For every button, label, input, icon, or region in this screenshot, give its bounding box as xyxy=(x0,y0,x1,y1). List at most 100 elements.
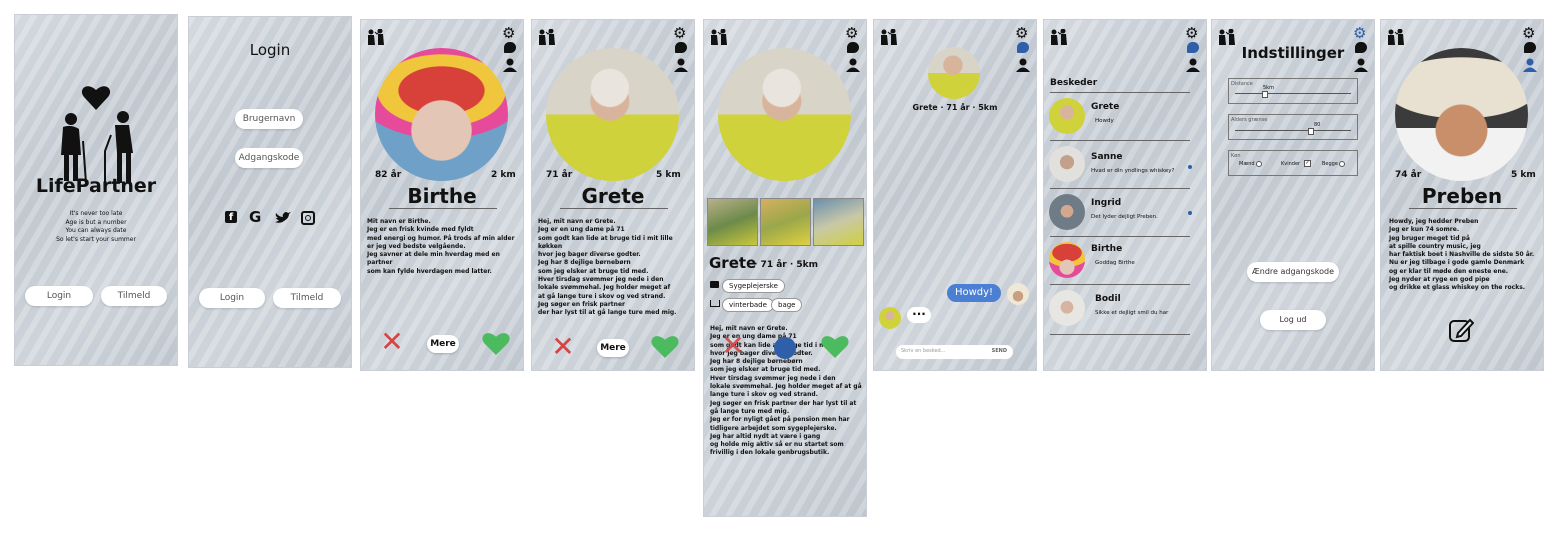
contact-name: Ingrid xyxy=(1091,198,1122,208)
chat-bubble-icon[interactable] xyxy=(1017,42,1029,53)
dislike-button[interactable]: ✕ xyxy=(548,333,578,361)
person-icon[interactable] xyxy=(503,58,517,72)
profile-header-name: Grete xyxy=(709,254,757,272)
age-label: Alders grænse xyxy=(1231,117,1268,123)
avatar xyxy=(1049,242,1085,278)
chat-bubble-icon[interactable] xyxy=(504,42,516,53)
divider xyxy=(1050,140,1190,141)
message-input[interactable]: Skriv en besked... SEND xyxy=(896,345,1013,359)
chat-bubble-icon[interactable] xyxy=(1524,42,1536,53)
avatar xyxy=(1049,290,1085,326)
women-checkbox[interactable]: ✓ xyxy=(1304,160,1311,167)
distance-setting: Distance 5km xyxy=(1228,78,1358,104)
men-radio[interactable] xyxy=(1256,161,1262,167)
profile-photo xyxy=(546,48,679,181)
briefcase-icon xyxy=(710,281,719,288)
my-avatar xyxy=(1007,283,1029,305)
person-icon[interactable] xyxy=(1186,58,1200,72)
elderly-couple-icon[interactable] xyxy=(538,29,556,46)
gear-icon[interactable]: ⚙ xyxy=(1353,24,1366,42)
login-button[interactable]: Login xyxy=(199,288,265,308)
unread-dot xyxy=(1188,211,1192,215)
profile-bio: Hej, mit navn er Grete. Jeg er en ung da… xyxy=(538,218,677,317)
chat-screen: ⚙ Grete · 71 år · 5km Howdy! ··· Skriv e… xyxy=(873,19,1037,371)
logout-button[interactable]: Log ud xyxy=(1260,310,1326,330)
login-button[interactable]: Login xyxy=(25,286,93,306)
more-button[interactable] xyxy=(774,337,796,359)
like-heart-icon[interactable] xyxy=(650,333,680,359)
age-slider-thumb[interactable] xyxy=(1308,128,1315,135)
distance-slider-track xyxy=(1235,93,1351,94)
gear-icon[interactable]: ⚙ xyxy=(673,24,686,42)
change-password-button[interactable]: Ændre adgangskode xyxy=(1247,262,1339,282)
person-icon[interactable] xyxy=(1523,58,1537,72)
page-title: Login xyxy=(249,41,291,59)
conversation-row[interactable]: Grete Howdy xyxy=(1044,96,1206,140)
distance-slider-thumb[interactable] xyxy=(1262,91,1268,98)
dislike-button[interactable]: ✕ xyxy=(377,328,407,356)
person-icon[interactable] xyxy=(674,58,688,72)
elderly-couple-icon[interactable] xyxy=(367,29,385,46)
profile-photo xyxy=(1395,48,1528,181)
age-slider-track xyxy=(1235,130,1351,131)
signup-button[interactable]: Tilmeld xyxy=(273,288,341,308)
distance-label: 5 km xyxy=(1511,170,1536,180)
send-button[interactable]: SEND xyxy=(992,348,1007,354)
google-icon[interactable]: G xyxy=(249,208,261,226)
profile-header-meta: · 71 år · 5km xyxy=(754,260,819,270)
person-icon[interactable] xyxy=(846,58,860,72)
profile-screen-birthe: ⚙ 82 år 2 km Birthe Mit navn er Birthe. … xyxy=(360,19,524,371)
gear-icon[interactable]: ⚙ xyxy=(1522,24,1535,42)
like-heart-icon[interactable] xyxy=(820,333,850,359)
like-heart-icon[interactable] xyxy=(481,330,511,356)
facebook-icon[interactable]: f xyxy=(225,211,237,223)
gear-icon[interactable]: ⚙ xyxy=(502,24,515,42)
twitter-icon[interactable] xyxy=(275,212,291,224)
distance-label: Distance xyxy=(1231,81,1253,87)
hobby-tag: vinterbade xyxy=(722,298,774,312)
divider xyxy=(1050,92,1190,93)
elderly-couple-icon[interactable] xyxy=(1050,29,1068,46)
person-icon[interactable] xyxy=(1016,58,1030,72)
gender-setting: Køn Mænd Kvinder ✓ Begge xyxy=(1228,150,1358,176)
both-radio[interactable] xyxy=(1339,161,1345,167)
conversation-row[interactable]: Birthe Goddag Birthe xyxy=(1044,240,1206,284)
gear-icon[interactable]: ⚙ xyxy=(1015,24,1028,42)
more-button[interactable]: Mere xyxy=(427,335,459,353)
app-name: LifePartner xyxy=(35,175,157,197)
signup-button[interactable]: Tilmeld xyxy=(101,286,167,306)
more-button[interactable]: Mere xyxy=(597,339,629,357)
gallery-photo[interactable] xyxy=(707,198,758,246)
instagram-icon[interactable] xyxy=(301,211,315,225)
chat-bubble-icon[interactable] xyxy=(1187,42,1199,53)
gear-icon[interactable]: ⚙ xyxy=(845,24,858,42)
gallery-photo[interactable] xyxy=(813,198,864,246)
edit-icon[interactable] xyxy=(1448,317,1474,343)
elderly-couple-icon[interactable] xyxy=(1387,29,1405,46)
contact-avatar[interactable] xyxy=(928,47,980,99)
message-preview: Howdy xyxy=(1095,118,1114,124)
elderly-couple-icon[interactable] xyxy=(710,29,728,46)
gear-icon[interactable]: ⚙ xyxy=(1185,24,1198,42)
profile-name: Birthe xyxy=(407,184,477,208)
username-field[interactable]: Brugernavn xyxy=(235,109,303,129)
distance-label: 2 km xyxy=(491,170,516,180)
profile-photo xyxy=(375,48,508,181)
chat-bubble-icon[interactable] xyxy=(847,42,859,53)
gender-option-label: Begge xyxy=(1322,161,1338,167)
dislike-button[interactable]: ✕ xyxy=(718,332,748,360)
conversation-row[interactable]: Ingrid Det lyder dejligt Preben. xyxy=(1044,192,1206,236)
conversation-row[interactable]: Sanne Hvad er din yndlings whiskey? xyxy=(1044,144,1206,188)
profile-photo xyxy=(718,48,851,181)
gallery-photo[interactable] xyxy=(760,198,811,246)
elderly-couple-icon[interactable] xyxy=(880,29,898,46)
contact-avatar-small xyxy=(879,307,901,329)
chat-bubble-icon[interactable] xyxy=(675,42,687,53)
conversation-row[interactable]: Bodil Sikke et dejligt smil du har xyxy=(1044,288,1206,332)
tagline: It's never too late Age is but a number … xyxy=(56,210,136,243)
profile-detail-screen: ⚙ Grete · 71 år · 5km Sygeplejerske vint… xyxy=(703,19,867,517)
divider xyxy=(1050,334,1190,335)
divider xyxy=(1050,236,1190,237)
divider xyxy=(389,208,497,209)
password-field[interactable]: Adgangskode xyxy=(235,148,303,168)
